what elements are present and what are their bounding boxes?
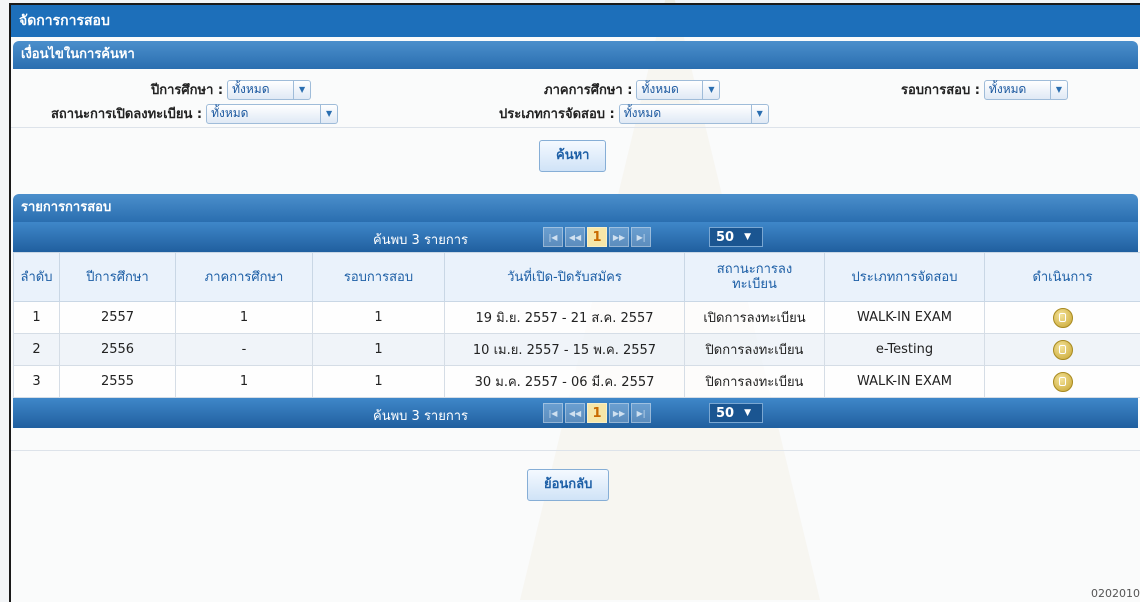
field-registration-status: สถานะการเปิดลงทะเบียน : ทั้งหมด ▼ (51, 103, 339, 124)
table-cell: 19 มิ.ย. 2557 - 21 ส.ค. 2557 (444, 301, 685, 334)
table-cell: 1 (175, 365, 313, 398)
semester-select[interactable]: ทั้งหมด ▼ (636, 79, 721, 100)
back-button[interactable]: ย้อนกลับ (527, 469, 610, 501)
pager-bottom: ค้นพบ 3 รายการ |◀ ◀◀ 1 ▶▶ ▶| 50 ▼ (13, 398, 1138, 428)
action-cell (984, 365, 1140, 398)
exam-round-select[interactable]: ทั้งหมด ▼ (983, 79, 1068, 100)
page-code: 0202010 (1091, 587, 1140, 600)
page-size-select[interactable]: 50 ▼ (709, 227, 763, 247)
column-header: ประเภทการจัดสอบ (824, 252, 985, 302)
chevron-down-icon: ▼ (744, 408, 752, 418)
field-exam-type: ประเภทการจัดสอบ : ทั้งหมด ▼ (499, 103, 769, 124)
table-cell: ปิดการลงทะเบียน (684, 333, 825, 366)
table-cell: 1 (312, 365, 445, 398)
table-cell: 1 (175, 301, 313, 334)
main-frame: จัดการการสอบ เงื่อนไขในการค้นหา ปีการศึก… (9, 3, 1140, 602)
field-label: รอบการสอบ : (901, 83, 980, 98)
column-header: ลำดับ (13, 252, 60, 302)
table-cell: เปิดการลงทะเบียน (684, 301, 825, 334)
column-header: สถานะการลงทะเบียน (684, 252, 825, 302)
last-page-icon[interactable]: ▶| (631, 403, 651, 423)
table-cell: 2555 (59, 365, 176, 398)
table-header-row: ลำดับ ปีการศึกษา ภาคการศึกษา รอบการสอบ ว… (13, 252, 1140, 302)
exam-type-select[interactable]: ทั้งหมด ▼ (618, 103, 769, 124)
results-section-header: รายการการสอบ (13, 194, 1138, 222)
field-semester: ภาคการศึกษา : ทั้งหมด ▼ (544, 79, 721, 100)
table-cell: 1 (312, 301, 445, 334)
table-cell: - (175, 333, 313, 366)
table-row: 1 2557 1 1 19 มิ.ย. 2557 - 21 ส.ค. 2557 … (13, 301, 1140, 334)
search-criteria: ปีการศึกษา : ทั้งหมด ▼ ภาคการศึกษา : ทั้… (11, 69, 1140, 127)
field-label: ภาคการศึกษา : (544, 83, 633, 98)
academic-year-select[interactable]: ทั้งหมด ▼ (227, 79, 312, 100)
column-header: วันที่เปิด-ปิดรับสมัคร (444, 252, 685, 302)
table-row: 3 2555 1 1 30 ม.ค. 2557 - 06 มี.ค. 2557 … (13, 365, 1140, 398)
first-page-icon[interactable]: |◀ (543, 403, 563, 423)
table-cell: ปิดการลงทะเบียน (684, 365, 825, 398)
exam-table: ลำดับ ปีการศึกษา ภาคการศึกษา รอบการสอบ ว… (13, 252, 1140, 398)
chevron-down-icon: ▼ (293, 80, 310, 99)
table-cell: 2 (13, 333, 60, 366)
search-button[interactable]: ค้นหา (539, 140, 607, 172)
table-cell: 2557 (59, 301, 176, 334)
registration-status-select[interactable]: ทั้งหมด ▼ (206, 103, 339, 124)
table-row: 2 2556 - 1 10 เม.ย. 2557 - 15 พ.ค. 2557 … (13, 333, 1140, 366)
current-page[interactable]: 1 (587, 227, 607, 247)
search-button-row: ค้นหา (11, 127, 1140, 188)
field-label: ประเภทการจัดสอบ : (499, 107, 615, 122)
prev-page-icon[interactable]: ◀◀ (565, 403, 585, 423)
table-cell: WALK-IN EXAM (824, 365, 985, 398)
next-page-icon[interactable]: ▶▶ (609, 403, 629, 423)
table-cell: 1 (312, 333, 445, 366)
first-page-icon[interactable]: |◀ (543, 227, 563, 247)
chevron-down-icon: ▼ (702, 80, 719, 99)
pagination: |◀ ◀◀ 1 ▶▶ ▶| (543, 227, 651, 247)
chevron-down-icon: ▼ (1049, 80, 1067, 99)
pager-top: ค้นพบ 3 รายการ |◀ ◀◀ 1 ▶▶ ▶| 50 ▼ (13, 222, 1138, 252)
field-academic-year: ปีการศึกษา : ทั้งหมด ▼ (151, 79, 312, 100)
chevron-down-icon: ▼ (744, 232, 752, 242)
edit-icon[interactable] (1052, 339, 1073, 360)
edit-icon[interactable] (1052, 371, 1073, 392)
current-page[interactable]: 1 (587, 403, 607, 423)
column-header: ดำเนินการ (984, 252, 1140, 302)
table-cell: 10 เม.ย. 2557 - 15 พ.ค. 2557 (444, 333, 685, 366)
table-cell: 2556 (59, 333, 176, 366)
results-count: ค้นพบ 3 รายการ (373, 409, 468, 424)
table-cell: 1 (13, 301, 60, 334)
chevron-down-icon: ▼ (750, 104, 768, 123)
table-cell: 3 (13, 365, 60, 398)
search-section-header: เงื่อนไขในการค้นหา (13, 41, 1138, 69)
action-cell (984, 333, 1140, 366)
column-header: รอบการสอบ (312, 252, 445, 302)
next-page-icon[interactable]: ▶▶ (609, 227, 629, 247)
field-label: ปีการศึกษา : (151, 83, 224, 98)
edit-icon[interactable] (1052, 307, 1073, 328)
pagination: |◀ ◀◀ 1 ▶▶ ▶| (543, 403, 651, 423)
page-size-select[interactable]: 50 ▼ (709, 403, 763, 423)
field-label: สถานะการเปิดลงทะเบียน : (51, 107, 203, 122)
table-cell: WALK-IN EXAM (824, 301, 985, 334)
field-exam-round: รอบการสอบ : ทั้งหมด ▼ (901, 79, 1068, 100)
chevron-down-icon: ▼ (320, 104, 337, 123)
action-cell (984, 301, 1140, 334)
column-header: ภาคการศึกษา (175, 252, 313, 302)
page-title: จัดการการสอบ (11, 5, 1140, 37)
table-cell: e-Testing (824, 333, 985, 366)
column-header: ปีการศึกษา (59, 252, 176, 302)
last-page-icon[interactable]: ▶| (631, 227, 651, 247)
prev-page-icon[interactable]: ◀◀ (565, 227, 585, 247)
results-count: ค้นพบ 3 รายการ (373, 233, 468, 248)
back-button-row: ย้อนกลับ (11, 450, 1140, 537)
table-cell: 30 ม.ค. 2557 - 06 มี.ค. 2557 (444, 365, 685, 398)
